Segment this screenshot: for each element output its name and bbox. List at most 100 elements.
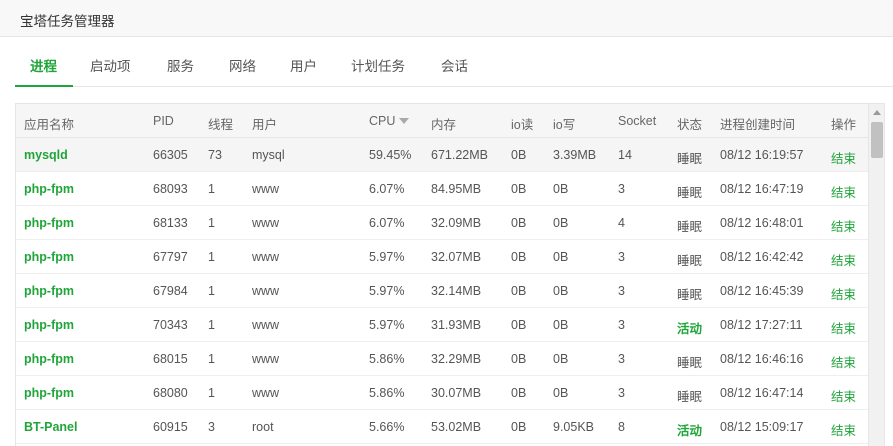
end-process-button[interactable]: 结束 [831,386,856,405]
col-header-socket[interactable]: Socket [618,114,656,128]
process-user: root [252,420,274,434]
process-name[interactable]: php-fpm [24,216,74,230]
process-status: 睡眠 [677,186,703,200]
process-created: 08/12 16:42:42 [720,250,804,264]
process-pid: 68015 [153,352,188,366]
process-name[interactable]: mysqld [24,148,68,162]
end-process-button[interactable]: 结束 [831,318,856,337]
col-header-name[interactable]: 应用名称 [24,114,74,133]
process-status: 睡眠 [677,220,703,234]
process-socket: 4 [618,216,625,230]
col-header-threads[interactable]: 线程 [208,114,233,133]
table-row[interactable]: php-fpm 67984 1 www 5.97% 32.14MB 0B 0B 3 睡眠 08/12… [16,274,868,308]
process-user: www [252,250,280,264]
end-process-button[interactable]: 结束 [831,216,856,235]
process-status: 睡眠 [677,390,703,404]
tab-scheduled-tasks[interactable]: 计划任务 [351,55,405,75]
process-io-write: 0B [553,284,569,298]
end-process-button[interactable]: 结束 [831,148,856,167]
tab-startup[interactable]: 启动项 [90,55,131,75]
col-header-memory[interactable]: 内存 [431,114,456,133]
process-user: www [252,386,280,400]
process-name[interactable]: BT-Panel [24,420,78,434]
end-process-button[interactable]: 结束 [831,284,856,303]
process-io-read: 0B [511,148,527,162]
process-io-write: 0B [553,182,569,196]
table-row[interactable]: php-fpm 70343 1 www 5.97% 31.93MB 0B 0B 3 活动 08/12… [16,308,868,342]
tab-network[interactable]: 网络 [229,55,256,75]
process-socket: 3 [618,318,625,332]
process-pid: 68080 [153,386,188,400]
table-row[interactable]: mysqld 66305 73 mysql 59.45% 671.22MB 0B 3.39MB… [16,138,868,172]
process-io-read: 0B [511,284,527,298]
table-row[interactable]: php-fpm 68080 1 www 5.86% 30.07MB 0B 0B 3 睡眠 08/12… [16,376,868,410]
scroll-up-icon[interactable] [873,110,881,115]
process-socket: 8 [618,420,625,434]
process-pid: 68093 [153,182,188,196]
tab-bar: 进程 启动项 服务 网络 用户 计划任务 会话 [15,37,893,87]
active-tab-indicator [15,85,73,87]
process-memory: 30.07MB [431,386,482,400]
process-threads: 1 [208,318,215,332]
process-created: 08/12 16:47:19 [720,182,804,196]
table-row[interactable]: php-fpm 68015 1 www 5.86% 32.29MB 0B 0B 3 睡眠 08/12… [16,342,868,376]
tab-processes[interactable]: 进程 [30,55,57,75]
process-memory: 32.29MB [431,352,482,366]
process-cpu: 5.97% [369,284,405,298]
process-name[interactable]: php-fpm [24,182,74,196]
col-header-user[interactable]: 用户 [252,114,277,133]
process-threads: 1 [208,182,215,196]
process-cpu: 5.97% [369,250,405,264]
process-created: 08/12 17:27:11 [720,318,803,332]
process-status: 睡眠 [677,254,703,268]
tab-services[interactable]: 服务 [167,55,194,75]
process-user: www [252,318,280,332]
process-status: 活动 [677,424,703,438]
window-title: 宝塔任务管理器 [20,14,115,29]
process-cpu: 59.45% [369,148,412,162]
col-header-cpu[interactable]: CPU [369,114,410,128]
process-threads: 1 [208,386,215,400]
process-created: 08/12 16:45:39 [720,284,804,298]
process-name[interactable]: php-fpm [24,386,74,400]
table-row[interactable]: php-fpm 68093 1 www 6.07% 84.95MB 0B 0B 3 睡眠 08/12… [16,172,868,206]
process-created: 08/12 16:19:57 [720,148,804,162]
vertical-scrollbar[interactable] [868,104,884,446]
col-header-pid[interactable]: PID [153,114,174,128]
process-io-read: 0B [511,318,527,332]
tab-users[interactable]: 用户 [290,55,317,75]
scroll-thumb[interactable] [871,122,883,158]
process-user: www [252,182,280,196]
table-row[interactable]: php-fpm 67797 1 www 5.97% 32.07MB 0B 0B 3 睡眠 08/12… [16,240,868,274]
end-process-button[interactable]: 结束 [831,182,856,201]
process-status: 活动 [677,322,703,336]
process-status: 睡眠 [677,288,703,302]
process-name[interactable]: php-fpm [24,284,74,298]
process-name[interactable]: php-fpm [24,352,74,366]
tab-sessions[interactable]: 会话 [441,55,468,75]
process-cpu: 5.86% [369,386,405,400]
col-header-io-write[interactable]: io写 [553,114,575,133]
process-name[interactable]: php-fpm [24,318,74,332]
process-memory: 84.95MB [431,182,482,196]
process-name[interactable]: php-fpm [24,250,74,264]
process-threads: 3 [208,420,215,434]
process-cpu: 5.97% [369,318,405,332]
process-cpu: 6.07% [369,216,405,230]
col-header-status[interactable]: 状态 [677,114,702,133]
col-header-created[interactable]: 进程创建时间 [720,114,795,133]
process-socket: 3 [618,182,625,196]
process-memory: 32.07MB [431,250,482,264]
col-header-io-read[interactable]: io读 [511,114,533,133]
end-process-button[interactable]: 结束 [831,250,856,269]
process-io-write: 0B [553,386,569,400]
process-socket: 3 [618,386,625,400]
table-row[interactable]: php-fpm 68133 1 www 6.07% 32.09MB 0B 0B 4 睡眠 08/12… [16,206,868,240]
process-pid: 60915 [153,420,188,434]
end-process-button[interactable]: 结束 [831,352,856,371]
table-row[interactable]: BT-Panel 60915 3 root 5.66% 53.02MB 0B 9.05KB 8 活… [16,410,868,444]
process-io-write: 9.05KB [553,420,595,434]
process-user: www [252,352,280,366]
process-cpu: 5.66% [369,420,405,434]
end-process-button[interactable]: 结束 [831,420,856,439]
